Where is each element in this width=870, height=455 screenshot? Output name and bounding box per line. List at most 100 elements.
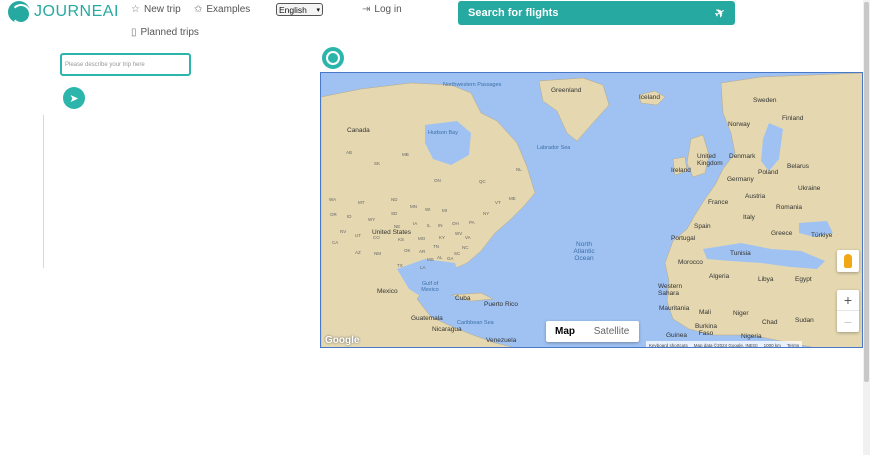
map-attribution: Keyboard shortcuts Map data ©2024 Google… xyxy=(646,341,803,348)
map-label: Western Sahara xyxy=(658,283,683,297)
map-label: Cuba xyxy=(455,295,471,302)
nav-examples[interactable]: ✩ Examples xyxy=(194,4,250,15)
pegman-icon[interactable] xyxy=(837,250,859,272)
map-label: MT xyxy=(358,200,365,205)
divider xyxy=(43,115,44,268)
map-label: Morocco xyxy=(678,259,703,266)
nav-new-trip[interactable]: ☆ New trip xyxy=(131,4,181,15)
map-label: AR xyxy=(419,249,426,254)
scrollbar-thumb[interactable] xyxy=(864,2,869,382)
locate-icon[interactable] xyxy=(322,47,344,69)
brand-name: JOURNEAI xyxy=(34,3,119,20)
map-label: NE xyxy=(394,224,401,229)
map-label: Puerto Rico xyxy=(484,301,518,308)
map-label: Guatemala xyxy=(411,315,443,322)
map-label: ID xyxy=(347,214,352,219)
bookmark-icon: ▯ xyxy=(131,27,137,38)
map-label: WY xyxy=(368,217,376,222)
nav-planned-trips[interactable]: ▯ Planned trips xyxy=(131,27,199,38)
map-label: Iceland xyxy=(639,94,660,101)
map-label: MI xyxy=(442,208,447,213)
send-button[interactable]: ➤ xyxy=(63,87,85,109)
map-label: Guinea xyxy=(666,332,687,339)
zoom-in-button[interactable]: + xyxy=(837,290,859,311)
map-label: Türkiye xyxy=(811,232,833,239)
zoom-out-button[interactable]: − xyxy=(837,311,859,332)
nav-login-label: Log in xyxy=(374,4,402,15)
map-label: Italy xyxy=(743,214,755,221)
terms-link[interactable]: Terms xyxy=(787,343,799,348)
language-selected: English xyxy=(279,4,307,15)
map-label: Algeria xyxy=(709,273,730,280)
map-data-text: Map data ©2024 Google, INEGI xyxy=(693,342,758,348)
map-label: France xyxy=(708,199,729,206)
language-select[interactable]: English ▾ xyxy=(276,3,323,16)
map-label: MS xyxy=(427,257,434,262)
map-label: MB xyxy=(402,152,409,157)
map-label: Venezuela xyxy=(486,337,517,344)
map-label: OK xyxy=(404,248,411,253)
map-label: TX xyxy=(397,263,403,268)
map-type-control: Map Satellite xyxy=(546,321,639,342)
map-label: Greece xyxy=(771,230,793,237)
brand-logo[interactable]: JOURNEAI xyxy=(8,1,119,24)
map-label: IN xyxy=(438,223,443,228)
map-label: Sudan xyxy=(795,317,814,324)
trip-description-placeholder: Please describe your trip here xyxy=(65,61,145,68)
map-label: NC xyxy=(462,245,469,250)
map-label: MO xyxy=(418,236,426,241)
chevron-down-icon: ▾ xyxy=(316,6,320,14)
map-label: Spain xyxy=(694,223,711,230)
map-label: Romania xyxy=(776,204,803,211)
app: JOURNEAI ☆ New trip ✩ Examples English ▾… xyxy=(0,0,870,455)
map-label: UT xyxy=(355,233,361,238)
map-scale[interactable]: 1000 km xyxy=(764,343,781,348)
map-type-satellite-button[interactable]: Satellite xyxy=(584,321,639,342)
map-label: ND xyxy=(391,197,398,202)
map-label: Egypt xyxy=(795,276,812,283)
map-label: Poland xyxy=(758,169,779,176)
map[interactable]: Northwestern Passages Greenland Iceland … xyxy=(320,72,863,348)
zoom-control: + − xyxy=(837,290,859,332)
map-label: OH xyxy=(452,221,459,226)
google-logo: Google xyxy=(325,335,360,346)
map-label: AL xyxy=(437,255,443,260)
map-label: WV xyxy=(455,231,463,236)
map-label: IL xyxy=(427,223,431,228)
trip-description-input[interactable]: Please describe your trip here xyxy=(60,53,191,76)
map-label: PA xyxy=(469,220,475,225)
nav-login[interactable]: ⇥ Log in xyxy=(362,4,402,15)
map-label: Nigeria xyxy=(741,333,762,340)
map-label: Sweden xyxy=(753,97,777,104)
nav-planned-trips-label: Planned trips xyxy=(140,27,199,38)
map-label: VA xyxy=(465,235,471,240)
map-label: MN xyxy=(410,204,417,209)
map-label: KY xyxy=(439,235,446,240)
map-label: Germany xyxy=(727,176,754,183)
sparkle-icon: ✩ xyxy=(194,4,203,15)
map-type-map-button[interactable]: Map xyxy=(546,321,584,342)
map-label: United Kingdom xyxy=(697,153,723,167)
map-label: Hudson Bay xyxy=(428,130,458,136)
map-label: Niger xyxy=(733,310,749,317)
map-label: LA xyxy=(420,265,426,270)
map-label: AB xyxy=(346,150,353,155)
map-label: NM xyxy=(374,251,381,256)
map-label: VT xyxy=(495,200,501,205)
map-label: KS xyxy=(398,237,405,242)
search-flights-button[interactable]: Search for flights ✈ xyxy=(458,1,735,25)
map-label: OR xyxy=(330,212,337,217)
keyboard-shortcuts-link[interactable]: Keyboard shortcuts xyxy=(649,343,688,348)
map-label: Labrador Sea xyxy=(537,145,571,151)
map-label: GA xyxy=(447,256,454,261)
map-label: Finland xyxy=(782,115,804,122)
nav-new-trip-label: New trip xyxy=(143,4,181,15)
login-icon: ⇥ xyxy=(362,4,371,15)
map-label: WA xyxy=(329,197,337,202)
map-label: CA xyxy=(332,240,339,245)
send-icon: ➤ xyxy=(69,91,79,105)
map-label: Tunisia xyxy=(730,250,751,257)
map-label: SK xyxy=(374,161,381,166)
map-label: SC xyxy=(454,251,461,256)
map-label: NY xyxy=(483,211,490,216)
